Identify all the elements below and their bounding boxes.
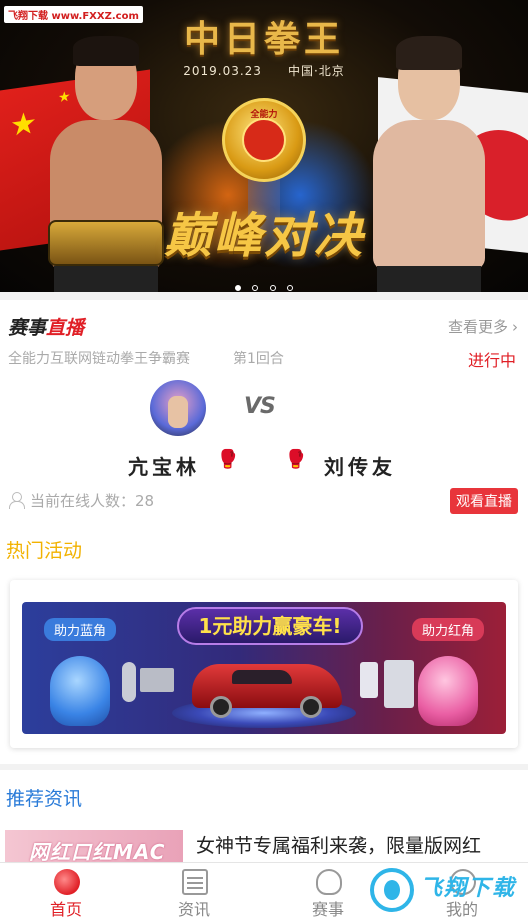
- news-item-title[interactable]: 女神节专属福利来袭，限量版网红: [196, 833, 516, 863]
- carousel-dot[interactable]: [252, 285, 259, 291]
- red-mascot: [418, 656, 478, 726]
- glove-icon: [316, 869, 342, 895]
- tab-news[interactable]: 资讯: [128, 863, 260, 918]
- section-divider: [0, 292, 528, 300]
- support-blue-tag[interactable]: 助力蓝角: [44, 618, 117, 641]
- section-divider: [0, 764, 528, 770]
- news-icon: [182, 869, 208, 895]
- site-logo-icon: [370, 868, 414, 912]
- carousel-dot[interactable]: [235, 285, 242, 291]
- chevron-right-icon: ›: [512, 318, 518, 336]
- blue-glove-icon[interactable]: 🥊: [216, 449, 240, 471]
- hot-activities-heading: 热门活动: [6, 540, 83, 562]
- watch-live-button[interactable]: 观看直播: [450, 488, 518, 514]
- promo-banner-image: 助力蓝角 助力红角 1元助力赢豪车!: [22, 602, 506, 734]
- promo-title: 1元助力赢豪车!: [177, 607, 363, 645]
- match-name: 全能力互联网链动拳王争霸赛: [8, 351, 190, 367]
- event-emblem: 全能力: [222, 98, 306, 182]
- live-section-heading: 赛事直播: [8, 317, 85, 339]
- watermark: 飞翔下载 www.FXXZ.com: [4, 6, 143, 23]
- site-watermark: 飞翔下载: [370, 862, 520, 918]
- promo-card[interactable]: 助力蓝角 助力红角 1元助力赢豪车!: [10, 580, 518, 748]
- carousel-dot[interactable]: [269, 285, 276, 291]
- news-heading: 推荐资讯: [6, 788, 83, 810]
- banner-slogan: 巅峰对决: [163, 208, 364, 264]
- news-thumbnail[interactable]: 网红口红MAC: [5, 830, 183, 864]
- fighter-avatar[interactable]: [150, 380, 206, 436]
- vs-label: VS: [244, 394, 276, 419]
- red-glove-icon[interactable]: 🥊: [284, 449, 308, 471]
- home-icon: [54, 869, 80, 895]
- tab-home[interactable]: 首页: [0, 863, 132, 918]
- match-round: 第1回合: [233, 351, 284, 367]
- support-red-tag[interactable]: 助力红角: [411, 618, 484, 641]
- carousel-indicator[interactable]: [0, 276, 528, 292]
- car-image: [192, 664, 342, 718]
- match-status: 进行中: [467, 351, 516, 370]
- carousel-dot[interactable]: [286, 285, 293, 291]
- blue-mascot: [50, 656, 110, 726]
- person-icon: [8, 492, 25, 509]
- online-count: 当前在线人数：28: [8, 490, 154, 511]
- fighter-a-name: 亢宝林: [128, 455, 200, 479]
- banner-carousel[interactable]: ★ ★ 中日拳王 2019.03.23 中国·北京 全能力 巅峰对决 飞翔下载 …: [0, 0, 528, 292]
- view-more-link[interactable]: 查看更多 ›: [448, 316, 518, 337]
- fighter-b-name: 刘传友: [324, 455, 396, 479]
- banner-date-location: 2019.03.23 中国·北京: [183, 64, 345, 78]
